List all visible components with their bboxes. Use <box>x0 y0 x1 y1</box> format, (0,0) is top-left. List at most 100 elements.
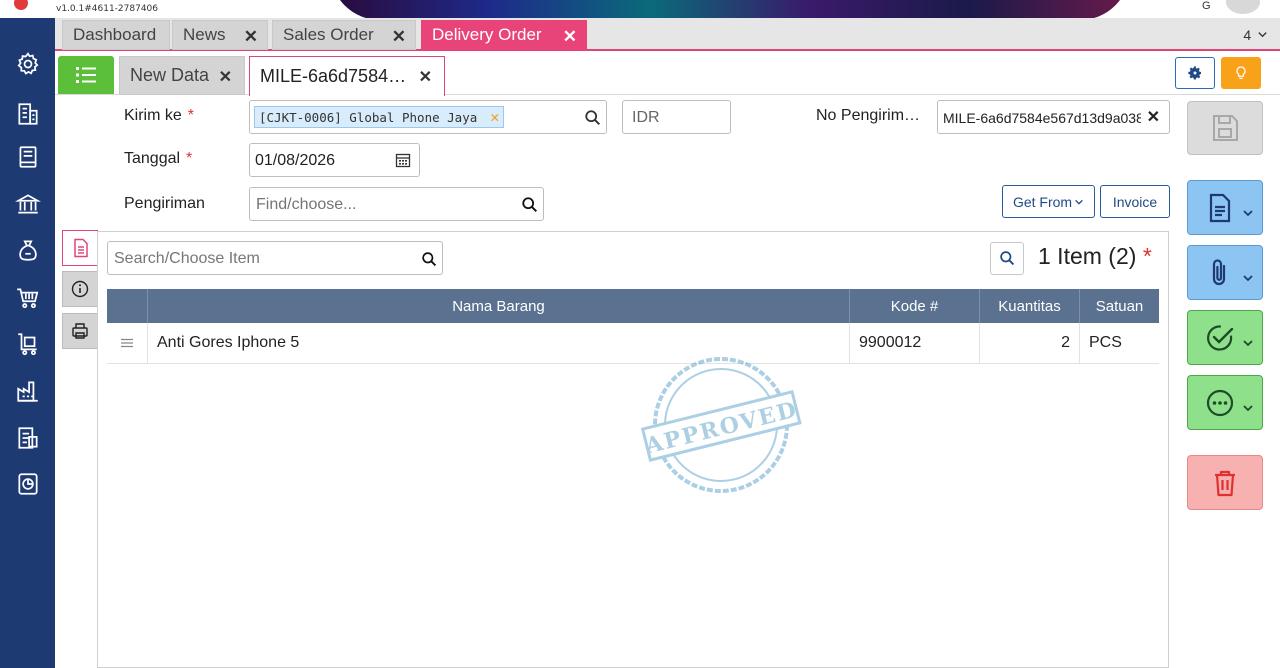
cart-icon <box>17 288 39 309</box>
building-icon <box>18 103 38 125</box>
document-icon <box>1209 193 1231 222</box>
cell-item-code[interactable]: 9900012 <box>849 323 979 363</box>
money-bag-icon <box>19 240 37 261</box>
column-header-satuan[interactable]: Satuan <box>1079 289 1159 323</box>
subtab-new-data[interactable]: New Data ✕ <box>119 56 245 95</box>
item-search-button[interactable] <box>990 242 1024 275</box>
tab-dashboard[interactable]: Dashboard <box>62 20 170 50</box>
chevron-down-icon <box>1075 199 1083 205</box>
save-button[interactable] <box>1187 101 1263 155</box>
get-from-button[interactable]: Get From <box>1002 185 1095 218</box>
search-icon[interactable] <box>521 196 539 214</box>
printer-icon <box>72 323 88 339</box>
side-tab-print[interactable] <box>62 313 98 349</box>
trash-icon <box>1215 470 1235 496</box>
close-icon[interactable]: ✕ <box>563 27 577 47</box>
search-icon[interactable] <box>421 251 438 268</box>
close-icon[interactable]: ✕ <box>419 67 432 87</box>
no-pengiriman-field[interactable]: MILE-6a6d7584e567d13d9a0383 ✕ <box>937 100 1170 134</box>
currency-value: IDR <box>632 109 660 126</box>
invoice-button[interactable]: Invoice <box>1100 185 1170 218</box>
column-header-kode[interactable]: Kode # <box>849 289 979 323</box>
items-table-header: Nama Barang Kode # Kuantitas Satuan <box>107 289 1159 323</box>
sidebar-item-tax[interactable] <box>13 423 43 453</box>
item-count: 1 Item (2) * <box>1038 243 1152 269</box>
sidebar-item-finance[interactable] <box>13 235 43 265</box>
tab-overflow-menu[interactable]: 4 <box>1243 27 1268 43</box>
save-icon <box>1213 115 1238 141</box>
sidebar-item-sales[interactable] <box>13 283 43 313</box>
kirim-ke-field[interactable]: [CJKT-0006] Global Phone Jaya ✕ <box>249 100 607 134</box>
close-icon[interactable]: ✕ <box>219 67 232 87</box>
approved-stamp: APPROVED <box>640 357 802 493</box>
tab-delivery-order[interactable]: Delivery Order ✕ <box>421 20 587 50</box>
tips-button[interactable] <box>1221 57 1261 89</box>
pengiriman-field[interactable] <box>249 187 544 221</box>
lightbulb-icon <box>1236 66 1246 79</box>
pengiriman-label: Pengiriman <box>124 195 205 212</box>
tanggal-field[interactable]: 01/08/2026 <box>249 143 420 177</box>
close-icon[interactable]: ✕ <box>392 27 406 47</box>
sidebar-item-purchase[interactable] <box>13 329 43 359</box>
tab-label: Delivery Order <box>432 25 542 44</box>
pengiriman-input[interactable] <box>256 194 516 216</box>
sidebar-item-production[interactable] <box>13 376 43 406</box>
subtab-label: MILE-6a6d7584… <box>260 66 407 86</box>
cell-item-qty[interactable]: 2 <box>979 323 1079 363</box>
tab-sales-order[interactable]: Sales Order ✕ <box>272 20 416 50</box>
settings-button[interactable] <box>1175 57 1215 89</box>
sidebar-item-settings[interactable] <box>13 49 43 79</box>
gear-icon <box>17 52 39 75</box>
get-from-label: Get From <box>1012 193 1073 210</box>
item-search-input[interactable] <box>114 248 414 270</box>
chevron-down-icon <box>1243 405 1253 412</box>
calendar-icon[interactable] <box>395 152 411 168</box>
banner-decoration <box>330 0 1130 18</box>
no-pengiriman-label: No Pengirim… <box>816 107 921 124</box>
sidebar-item-reports[interactable] <box>13 469 43 499</box>
subtab-current-record[interactable]: MILE-6a6d7584… ✕ <box>249 56 445 96</box>
side-tab-items[interactable] <box>62 230 98 266</box>
chevron-down-icon <box>1243 210 1253 217</box>
column-header-nama-barang[interactable]: Nama Barang <box>147 289 849 323</box>
more-actions-button[interactable] <box>1187 375 1263 430</box>
search-icon[interactable] <box>584 109 602 127</box>
sidebar-item-company[interactable] <box>13 99 43 129</box>
column-header-kuantitas[interactable]: Kuantitas <box>979 289 1079 323</box>
remove-chip-icon[interactable]: ✕ <box>490 108 499 126</box>
attachment-menu-button[interactable] <box>1187 245 1263 300</box>
avatar[interactable] <box>1226 0 1260 14</box>
tab-label: Dashboard <box>73 25 157 44</box>
clear-icon[interactable]: ✕ <box>1147 107 1160 127</box>
approve-menu-button[interactable] <box>1187 310 1263 365</box>
sidebar-item-journal[interactable] <box>13 142 43 172</box>
more-options-icon <box>1206 389 1234 416</box>
paperclip-icon <box>1212 258 1226 285</box>
app-version: v1.0.1#4611-2787406 <box>56 4 159 14</box>
document-menu-button[interactable] <box>1187 180 1263 235</box>
bank-icon <box>15 194 41 214</box>
cell-item-unit[interactable]: PCS <box>1079 323 1159 363</box>
tanggal-value: 01/08/2026 <box>255 152 336 169</box>
app-logo <box>14 0 28 10</box>
tab-news[interactable]: News ✕ <box>172 20 268 50</box>
tab-count: 4 <box>1243 27 1252 43</box>
delete-button[interactable] <box>1187 455 1263 510</box>
chevron-down-icon <box>1243 275 1253 282</box>
sidebar <box>0 18 55 668</box>
currency-field[interactable]: IDR <box>622 100 731 134</box>
sidebar-item-bank[interactable] <box>13 189 43 219</box>
drag-handle[interactable] <box>107 323 147 363</box>
factory-icon <box>17 381 38 402</box>
list-view-button[interactable] <box>58 56 114 94</box>
record-tab-strip: New Data ✕ MILE-6a6d7584… ✕ <box>55 51 1280 96</box>
top-banner: v1.0.1#4611-2787406 G <box>0 0 1280 18</box>
item-search-field[interactable] <box>107 241 443 275</box>
no-pengiriman-value: MILE-6a6d7584e567d13d9a0383 <box>943 110 1141 126</box>
drag-column-header <box>107 289 147 323</box>
close-icon[interactable]: ✕ <box>244 27 258 47</box>
side-tab-info[interactable] <box>62 271 98 307</box>
chevron-down-icon <box>1258 32 1267 38</box>
tanggal-label: Tanggal * <box>124 150 193 167</box>
table-row[interactable]: Anti Gores Iphone 5 9900012 2 PCS <box>107 323 1159 364</box>
